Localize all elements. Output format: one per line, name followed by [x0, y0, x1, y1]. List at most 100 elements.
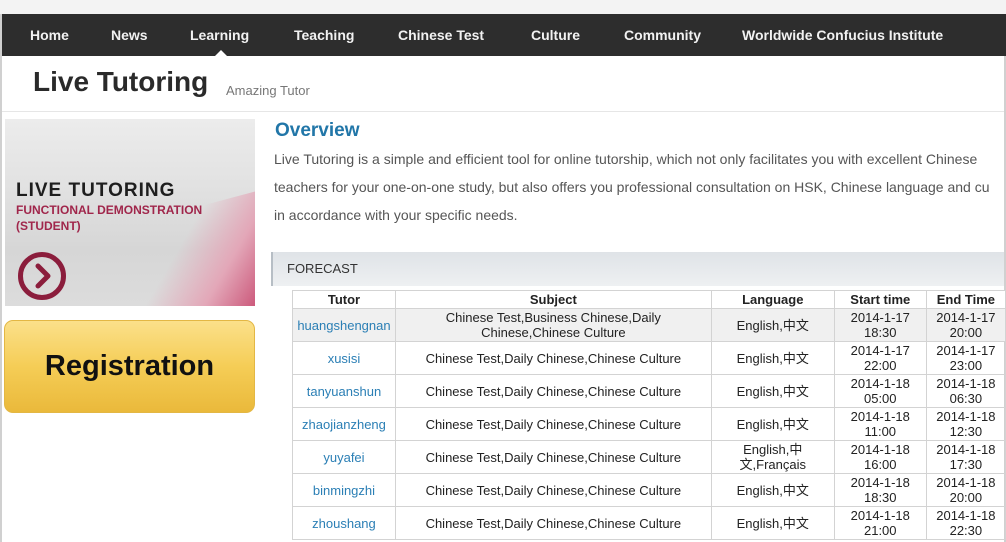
overview-heading: Overview	[275, 120, 360, 141]
subject-cell: Chinese Test,Daily Chinese,Chinese Cultu…	[394, 374, 712, 408]
end-time-cell: 2014-1-18 17:30	[925, 440, 1006, 474]
start-time-cell: 2014-1-17 22:00	[833, 341, 927, 375]
language-cell: English,中文	[710, 341, 835, 375]
language-cell: English,中文	[710, 374, 835, 408]
start-time-cell: 2014-1-18 16:00	[833, 440, 927, 474]
tutor-link[interactable]: zhoushang	[292, 506, 396, 540]
start-clock: 16:00	[863, 457, 897, 472]
column-header-start-time[interactable]: Start time	[833, 290, 927, 309]
table-row: yuyafei Chinese Test,Daily Chinese,Chine…	[292, 440, 1006, 474]
start-date: 2014-1-17	[850, 343, 910, 358]
end-clock: 12:30	[949, 424, 983, 439]
nav-item-teaching[interactable]: Teaching	[294, 14, 354, 56]
tutor-link[interactable]: huangshengnan	[292, 308, 396, 342]
tutor-link[interactable]: zhaojianzheng	[292, 407, 396, 441]
end-date: 2014-1-18	[936, 475, 996, 490]
nav-item-culture[interactable]: Culture	[531, 14, 580, 56]
end-clock: 17:30	[949, 457, 983, 472]
tutor-link[interactable]: tanyuanshun	[292, 374, 396, 408]
forecast-section-header: FORECAST	[271, 252, 1004, 286]
table-row: zhaojianzheng Chinese Test,Daily Chinese…	[292, 407, 1006, 441]
banner-subtitle-student: (STUDENT)	[16, 219, 81, 233]
start-date: 2014-1-18	[850, 508, 910, 523]
nav-item-worldwide-confucius-institute[interactable]: Worldwide Confucius Institute	[742, 14, 943, 56]
header-divider	[2, 111, 1004, 112]
forecast-table: Tutor Subject Language Start time End Ti…	[292, 290, 1006, 540]
table-row: huangshengnan Chinese Test,Business Chin…	[292, 308, 1006, 342]
table-header-row: Tutor Subject Language Start time End Ti…	[292, 290, 1006, 309]
overview-line: in accordance with your specific needs.	[274, 207, 518, 223]
start-clock: 05:00	[863, 391, 897, 406]
start-time-cell: 2014-1-18 21:00	[833, 506, 927, 540]
start-date: 2014-1-18	[850, 475, 910, 490]
language-cell: English,中文	[710, 308, 835, 342]
registration-button[interactable]: Registration	[4, 320, 255, 413]
column-header-end-time[interactable]: End Time	[925, 290, 1006, 309]
start-clock: 22:00	[863, 358, 897, 373]
banner-title: LIVE TUTORING	[16, 180, 176, 201]
start-time-cell: 2014-1-18 05:00	[833, 374, 927, 408]
subject-cell: Chinese Test,Daily Chinese,Chinese Cultu…	[394, 506, 712, 540]
nav-item-home[interactable]: Home	[30, 14, 69, 56]
end-date: 2014-1-18	[936, 442, 996, 457]
tutor-link[interactable]: xusisi	[292, 341, 396, 375]
nav-item-news[interactable]: News	[111, 14, 148, 56]
table-row: zhoushang Chinese Test,Daily Chinese,Chi…	[292, 506, 1006, 540]
subject-cell: Chinese Test,Daily Chinese,Chinese Cultu…	[394, 407, 712, 441]
main-navigation: Home News Learning Teaching Chinese Test…	[2, 14, 1006, 56]
table-row: binmingzhi Chinese Test,Daily Chinese,Ch…	[292, 473, 1006, 507]
start-date: 2014-1-18	[850, 409, 910, 424]
subject-cell: Chinese Test,Business Chinese,Daily Chin…	[394, 308, 712, 342]
end-time-cell: 2014-1-18 06:30	[925, 374, 1006, 408]
end-time-cell: 2014-1-18 22:30	[925, 506, 1006, 540]
end-clock: 20:00	[949, 490, 983, 505]
end-date: 2014-1-18	[936, 409, 996, 424]
language-cell: English,中文,Français	[710, 440, 835, 474]
start-date: 2014-1-17	[850, 310, 910, 325]
end-time-cell: 2014-1-17 20:00	[925, 308, 1006, 342]
end-time-cell: 2014-1-18 12:30	[925, 407, 1006, 441]
start-date: 2014-1-18	[850, 376, 910, 391]
nav-item-chinese-test[interactable]: Chinese Test	[398, 14, 484, 56]
start-clock: 11:00	[864, 424, 897, 439]
end-date: 2014-1-17	[936, 343, 996, 358]
start-time-cell: 2014-1-18 18:30	[833, 473, 927, 507]
language-cell: English,中文	[710, 506, 835, 540]
overview-line: Live Tutoring is a simple and efficient …	[274, 151, 978, 167]
page-border-left	[0, 14, 2, 542]
column-header-language[interactable]: Language	[710, 290, 835, 309]
subject-cell: Chinese Test,Daily Chinese,Chinese Cultu…	[394, 473, 712, 507]
end-time-cell: 2014-1-17 23:00	[925, 341, 1006, 375]
table-row: xusisi Chinese Test,Daily Chinese,Chines…	[292, 341, 1006, 375]
start-clock: 21:00	[863, 523, 897, 538]
overview-description: Live Tutoring is a simple and efficient …	[274, 145, 1004, 229]
forecast-title: FORECAST	[287, 261, 358, 276]
banner-subtitle: FUNCTIONAL DEMONSTRATION	[16, 203, 203, 217]
language-cell: English,中文	[710, 407, 835, 441]
page-title: Live Tutoring	[33, 66, 209, 97]
table-row: tanyuanshun Chinese Test,Daily Chinese,C…	[292, 374, 1006, 408]
chevron-right-icon	[35, 263, 51, 289]
start-time-cell: 2014-1-17 18:30	[833, 308, 927, 342]
start-clock: 18:30	[863, 325, 897, 340]
end-clock: 23:00	[949, 358, 983, 373]
end-date: 2014-1-18	[936, 508, 996, 523]
end-clock: 20:00	[949, 325, 983, 340]
active-nav-indicator-icon	[215, 50, 227, 56]
start-time-cell: 2014-1-18 11:00	[833, 407, 927, 441]
tutor-link[interactable]: yuyafei	[292, 440, 396, 474]
end-clock: 06:30	[949, 391, 983, 406]
tutor-link[interactable]: binmingzhi	[292, 473, 396, 507]
play-circle-icon[interactable]	[18, 252, 66, 300]
column-header-tutor[interactable]: Tutor	[292, 290, 396, 309]
demo-video-banner[interactable]: LIVE TUTORING FUNCTIONAL DEMONSTRATION (…	[5, 119, 255, 306]
end-date: 2014-1-17	[936, 310, 996, 325]
nav-item-community[interactable]: Community	[624, 14, 701, 56]
start-clock: 18:30	[863, 490, 897, 505]
end-clock: 22:30	[949, 523, 983, 538]
start-date: 2014-1-18	[850, 442, 910, 457]
top-strip	[0, 0, 1006, 14]
column-header-subject[interactable]: Subject	[394, 290, 712, 309]
end-time-cell: 2014-1-18 20:00	[925, 473, 1006, 507]
subject-cell: Chinese Test,Daily Chinese,Chinese Cultu…	[394, 440, 712, 474]
